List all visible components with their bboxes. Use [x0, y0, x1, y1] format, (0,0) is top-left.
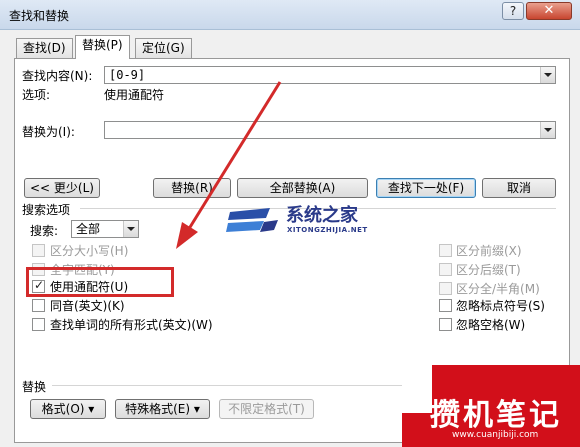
- xitongzhijia-logo-icon: [226, 208, 278, 232]
- tab-replace[interactable]: 替换(P): [75, 35, 130, 59]
- watermark-top-text: 系统之家: [286, 205, 358, 226]
- watermark-badge-notch: [402, 365, 432, 413]
- watermark-badge-text: 攒机笔记: [430, 398, 562, 433]
- watermark-badge-url: www.cuanjibiji.com: [452, 430, 539, 440]
- watermark-top-url: XITONGZHIJIA.NET: [287, 226, 368, 234]
